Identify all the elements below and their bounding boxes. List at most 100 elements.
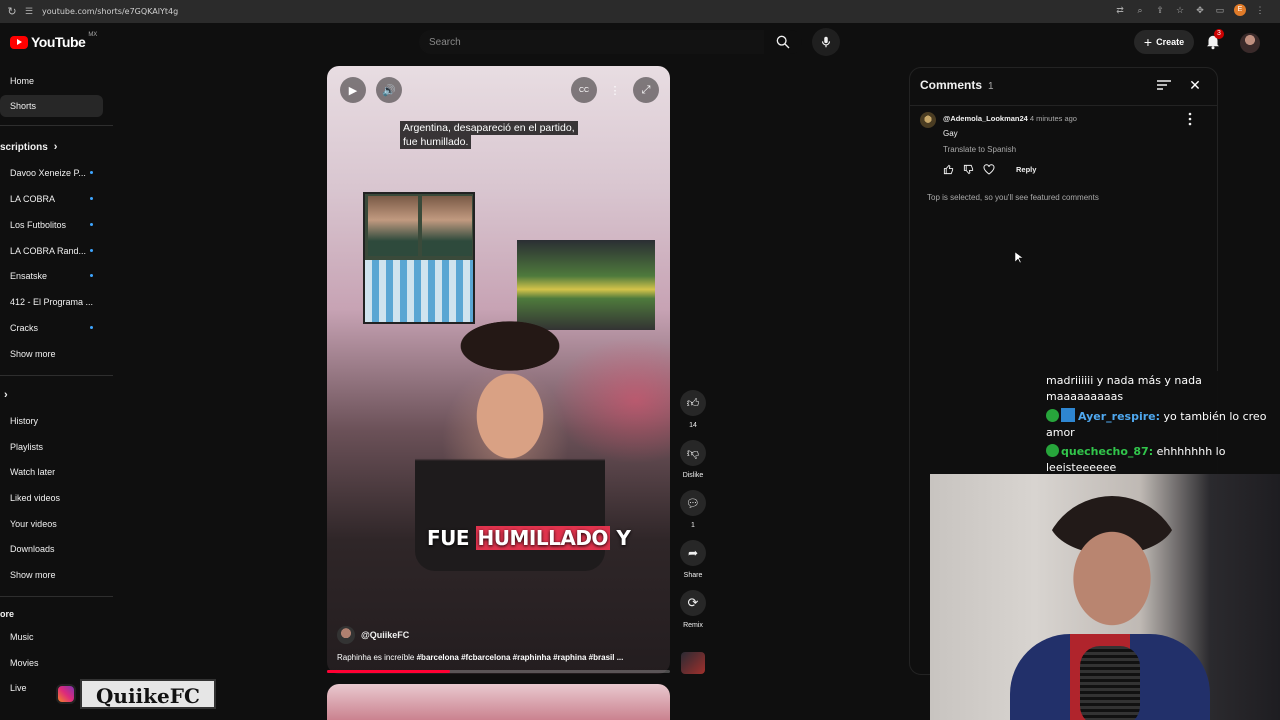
remix-button[interactable]: ⟳ — [680, 590, 706, 616]
video-caption: Argentina, desapareció en el partido, fu… — [400, 121, 578, 149]
voice-search-button[interactable] — [812, 28, 840, 56]
volume-icon: 🔊 — [382, 84, 396, 97]
thumbs-up-icon[interactable] — [943, 164, 954, 175]
sidebar-item-history[interactable]: History — [0, 410, 103, 432]
reload-icon[interactable]: ↻ — [2, 5, 22, 18]
translate-link[interactable]: Translate to Spanish — [943, 145, 1016, 154]
sidebar-item-subscription[interactable]: Davoo Xeneize P... — [0, 162, 103, 184]
profile-avatar-icon[interactable]: E — [1234, 4, 1246, 16]
account-avatar[interactable] — [1240, 33, 1260, 53]
youtube-logo[interactable]: YouTube MX — [10, 32, 97, 50]
author-handle[interactable]: @Ademola_Lookman24 — [943, 114, 1028, 123]
close-icon[interactable]: ✕ — [1186, 76, 1204, 94]
comment-timestamp[interactable]: 4 minutes ago — [1030, 114, 1077, 123]
sidebar-item-liked-videos[interactable]: Liked videos — [0, 487, 103, 509]
audio-source-thumbnail[interactable] — [681, 652, 705, 674]
team-photo — [365, 260, 473, 322]
comment-author[interactable]: @Ademola_Lookman24 4 minutes ago — [943, 114, 1077, 123]
embedded-photo-players — [363, 192, 475, 324]
create-button[interactable]: + Create — [1134, 30, 1194, 54]
sidebar-item-playlists[interactable]: Playlists — [0, 436, 103, 458]
captions-button[interactable]: CC — [571, 77, 597, 103]
share-icon[interactable]: ⇪ — [1154, 4, 1166, 16]
sidebar-item-movies[interactable]: Movies — [0, 652, 103, 674]
sidebar-item-music[interactable]: Music — [0, 626, 103, 648]
site-info-icon[interactable]: ☰ — [22, 6, 36, 17]
channel-avatar[interactable] — [337, 626, 355, 644]
new-content-dot — [90, 326, 93, 329]
sort-icon[interactable] — [1155, 78, 1173, 92]
sidebar-item-label: Downloads — [10, 544, 55, 554]
address-bar[interactable]: youtube.com/shorts/e7GQKAlYt4g — [42, 7, 178, 16]
show-more-subscriptions[interactable]: Show more — [0, 343, 103, 365]
sidebar-item-label: Liked videos — [10, 493, 61, 503]
comments-button[interactable]: 💬︎ — [680, 490, 706, 516]
sidebar-item-subscription[interactable]: Cracks — [0, 317, 103, 339]
sidebar-item-label: Live — [10, 683, 27, 693]
video-description[interactable]: Raphinha es increíble #barcelona #fcbarc… — [337, 653, 657, 662]
short-video-player[interactable]: ▶ 🔊 CC ⋮ ⤢ Argentina, desapareció en el … — [327, 66, 670, 674]
notifications-button[interactable]: 3 — [1204, 29, 1224, 52]
new-content-dot — [90, 171, 93, 174]
sidebar-item-label: Shorts — [10, 101, 37, 111]
expand-icon: ⤢ — [641, 83, 651, 96]
show-more-you[interactable]: Show more — [0, 564, 103, 586]
search-button[interactable] — [764, 30, 802, 54]
browser-toolbar: ↻ ☰ youtube.com/shorts/e7GQKAlYt4g ⇄ ⌕ ⇪… — [0, 0, 1280, 23]
sidebar-item-subscription[interactable]: LA COBRA — [0, 188, 103, 210]
description-hashtags[interactable]: #barcelona #fcbarcelona #raphinha #raphi… — [417, 653, 624, 662]
menu-dots-icon[interactable]: ⋮ — [1254, 4, 1266, 16]
thumbs-up-icon: 👍︎ — [686, 395, 700, 410]
new-content-dot — [90, 197, 93, 200]
commenter-avatar[interactable] — [920, 112, 936, 128]
thumbs-down-icon[interactable] — [963, 164, 974, 175]
share-action[interactable]: ➦ Share — [678, 540, 708, 579]
like-count: 14 — [689, 422, 697, 429]
bookmark-star-icon[interactable]: ☆ — [1174, 4, 1186, 16]
sidebar-item-subscription[interactable]: Ensatske — [0, 265, 103, 287]
remix-action[interactable]: ⟳ Remix — [678, 590, 708, 629]
subscriptions-heading[interactable]: scriptions › — [0, 141, 57, 153]
comment-text: Gay — [943, 129, 958, 138]
sidebar-item-label: Los Futbolitos — [10, 220, 67, 230]
fullscreen-button[interactable]: ⤢ — [633, 77, 659, 103]
sidebar-item-your-videos[interactable]: Your videos — [0, 513, 103, 535]
mouse-pointer-icon — [1015, 252, 1023, 264]
youtube-play-icon — [10, 35, 28, 49]
channel-info[interactable]: @QuiikeFC — [337, 626, 409, 644]
sidebar-item-watch-later[interactable]: Watch later — [0, 461, 103, 483]
subtitle-word: Y — [609, 526, 631, 550]
sidebar-item-downloads[interactable]: Downloads — [0, 538, 103, 560]
dislike-action[interactable]: 👎︎ Dislike — [678, 440, 708, 479]
like-action[interactable]: 👍︎ 14 — [678, 390, 708, 429]
zoom-icon[interactable]: ⌕ — [1134, 4, 1146, 16]
comment-more-icon[interactable] — [1186, 112, 1194, 126]
create-label: Create — [1156, 37, 1185, 47]
play-button[interactable]: ▶ — [340, 77, 366, 103]
heart-icon[interactable] — [983, 164, 995, 175]
sidebar-item-home[interactable]: Home — [0, 70, 103, 92]
explore-heading: ore — [0, 609, 14, 619]
sidebar-divider — [0, 375, 113, 376]
sidebar-item-subscription[interactable]: Los Futbolitos — [0, 214, 103, 236]
comments-action[interactable]: 💬︎ 1 — [678, 490, 708, 529]
sidepanel-icon[interactable]: ▭ — [1214, 4, 1226, 16]
more-options-button[interactable]: ⋮ — [602, 77, 628, 103]
search-input[interactable] — [420, 31, 763, 53]
sidebar-item-subscription[interactable]: 412 - El Programa ... — [0, 291, 103, 313]
channel-handle[interactable]: @QuiikeFC — [361, 630, 409, 640]
chat-badge-icon — [1046, 409, 1059, 422]
translate-icon[interactable]: ⇄ — [1114, 4, 1126, 16]
volume-button[interactable]: 🔊 — [376, 77, 402, 103]
share-button[interactable]: ➦ — [680, 540, 706, 566]
next-short-preview[interactable] — [327, 684, 670, 720]
like-button[interactable]: 👍︎ — [680, 390, 706, 416]
reply-button[interactable]: Reply — [1016, 165, 1036, 174]
sidebar-item-shorts[interactable]: Shorts — [0, 95, 103, 117]
you-heading[interactable]: › — [4, 389, 8, 401]
video-progress-bar[interactable] — [327, 670, 670, 673]
sidebar-item-subscription[interactable]: LA COBRA Rand... — [0, 240, 103, 262]
dislike-button[interactable]: 👎︎ — [680, 440, 706, 466]
masthead: YouTube MX + Create 3 — [0, 23, 1280, 63]
extensions-icon[interactable]: ✥ — [1194, 4, 1206, 16]
